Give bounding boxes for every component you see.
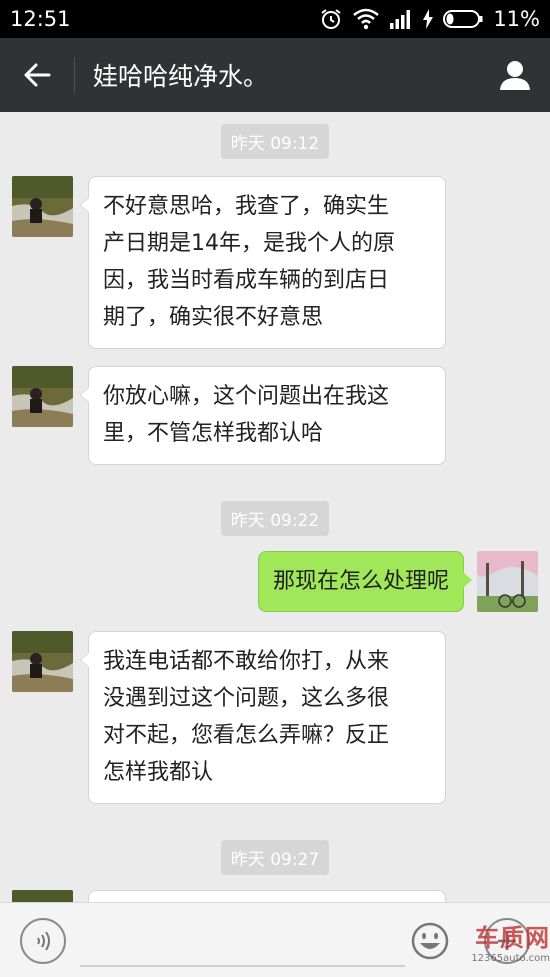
title-divider [74,57,75,93]
more-button[interactable] [484,918,530,964]
incoming-message[interactable] [88,890,446,902]
smiley-icon [411,922,449,960]
voice-button[interactable] [20,918,66,964]
timestamp: 昨天 09:22 [0,501,550,536]
profile-button[interactable] [480,38,550,112]
message-input[interactable] [80,965,405,967]
alarm-icon [321,9,341,29]
wifi-icon [353,8,380,30]
emoji-button[interactable] [410,921,450,961]
outgoing-message[interactable]: 那现在怎么处理呢 [257,551,473,612]
incoming-message[interactable]: 我连电话都不敢给你打，从来 没遇到过这个问题，这么多很 对不起，您看怎么弄嘛？反… [80,631,446,804]
chat-header: 娃哈哈纯净水。 [0,38,550,112]
contact-avatar[interactable] [12,890,73,902]
contact-avatar[interactable] [12,366,73,427]
battery-percent: 11% [493,7,540,31]
plus-icon [498,932,516,950]
incoming-message[interactable]: 不好意思哈，我查了，确实生 产日期是14年，是我个人的原 因，我当时看成车辆的到… [80,176,446,349]
message-list[interactable]: 昨天 09:12 不好意思哈，我查了，确实生 产日期是14年，是我个人的原 因，… [0,112,550,902]
battery-icon [443,10,483,28]
status-time: 12:51 [10,7,71,31]
status-bar: 12:51 11% [0,0,550,38]
back-arrow-icon [24,63,51,87]
voice-icon [37,931,50,951]
status-icons: 11% [319,7,540,31]
signal-icon [390,10,411,29]
person-icon [500,61,530,90]
contact-avatar[interactable] [12,631,73,692]
chat-title: 娃哈哈纯净水。 [93,62,269,91]
my-avatar[interactable] [477,551,538,612]
incoming-message[interactable]: 你放心嘛，这个问题出在我这 里，不管怎样我都认哈 [80,366,446,465]
timestamp: 昨天 09:12 [0,124,550,159]
back-button[interactable] [0,38,74,112]
charging-icon [423,9,434,29]
timestamp: 昨天 09:27 [0,840,550,875]
contact-avatar[interactable] [12,176,73,237]
input-bar [0,902,550,977]
